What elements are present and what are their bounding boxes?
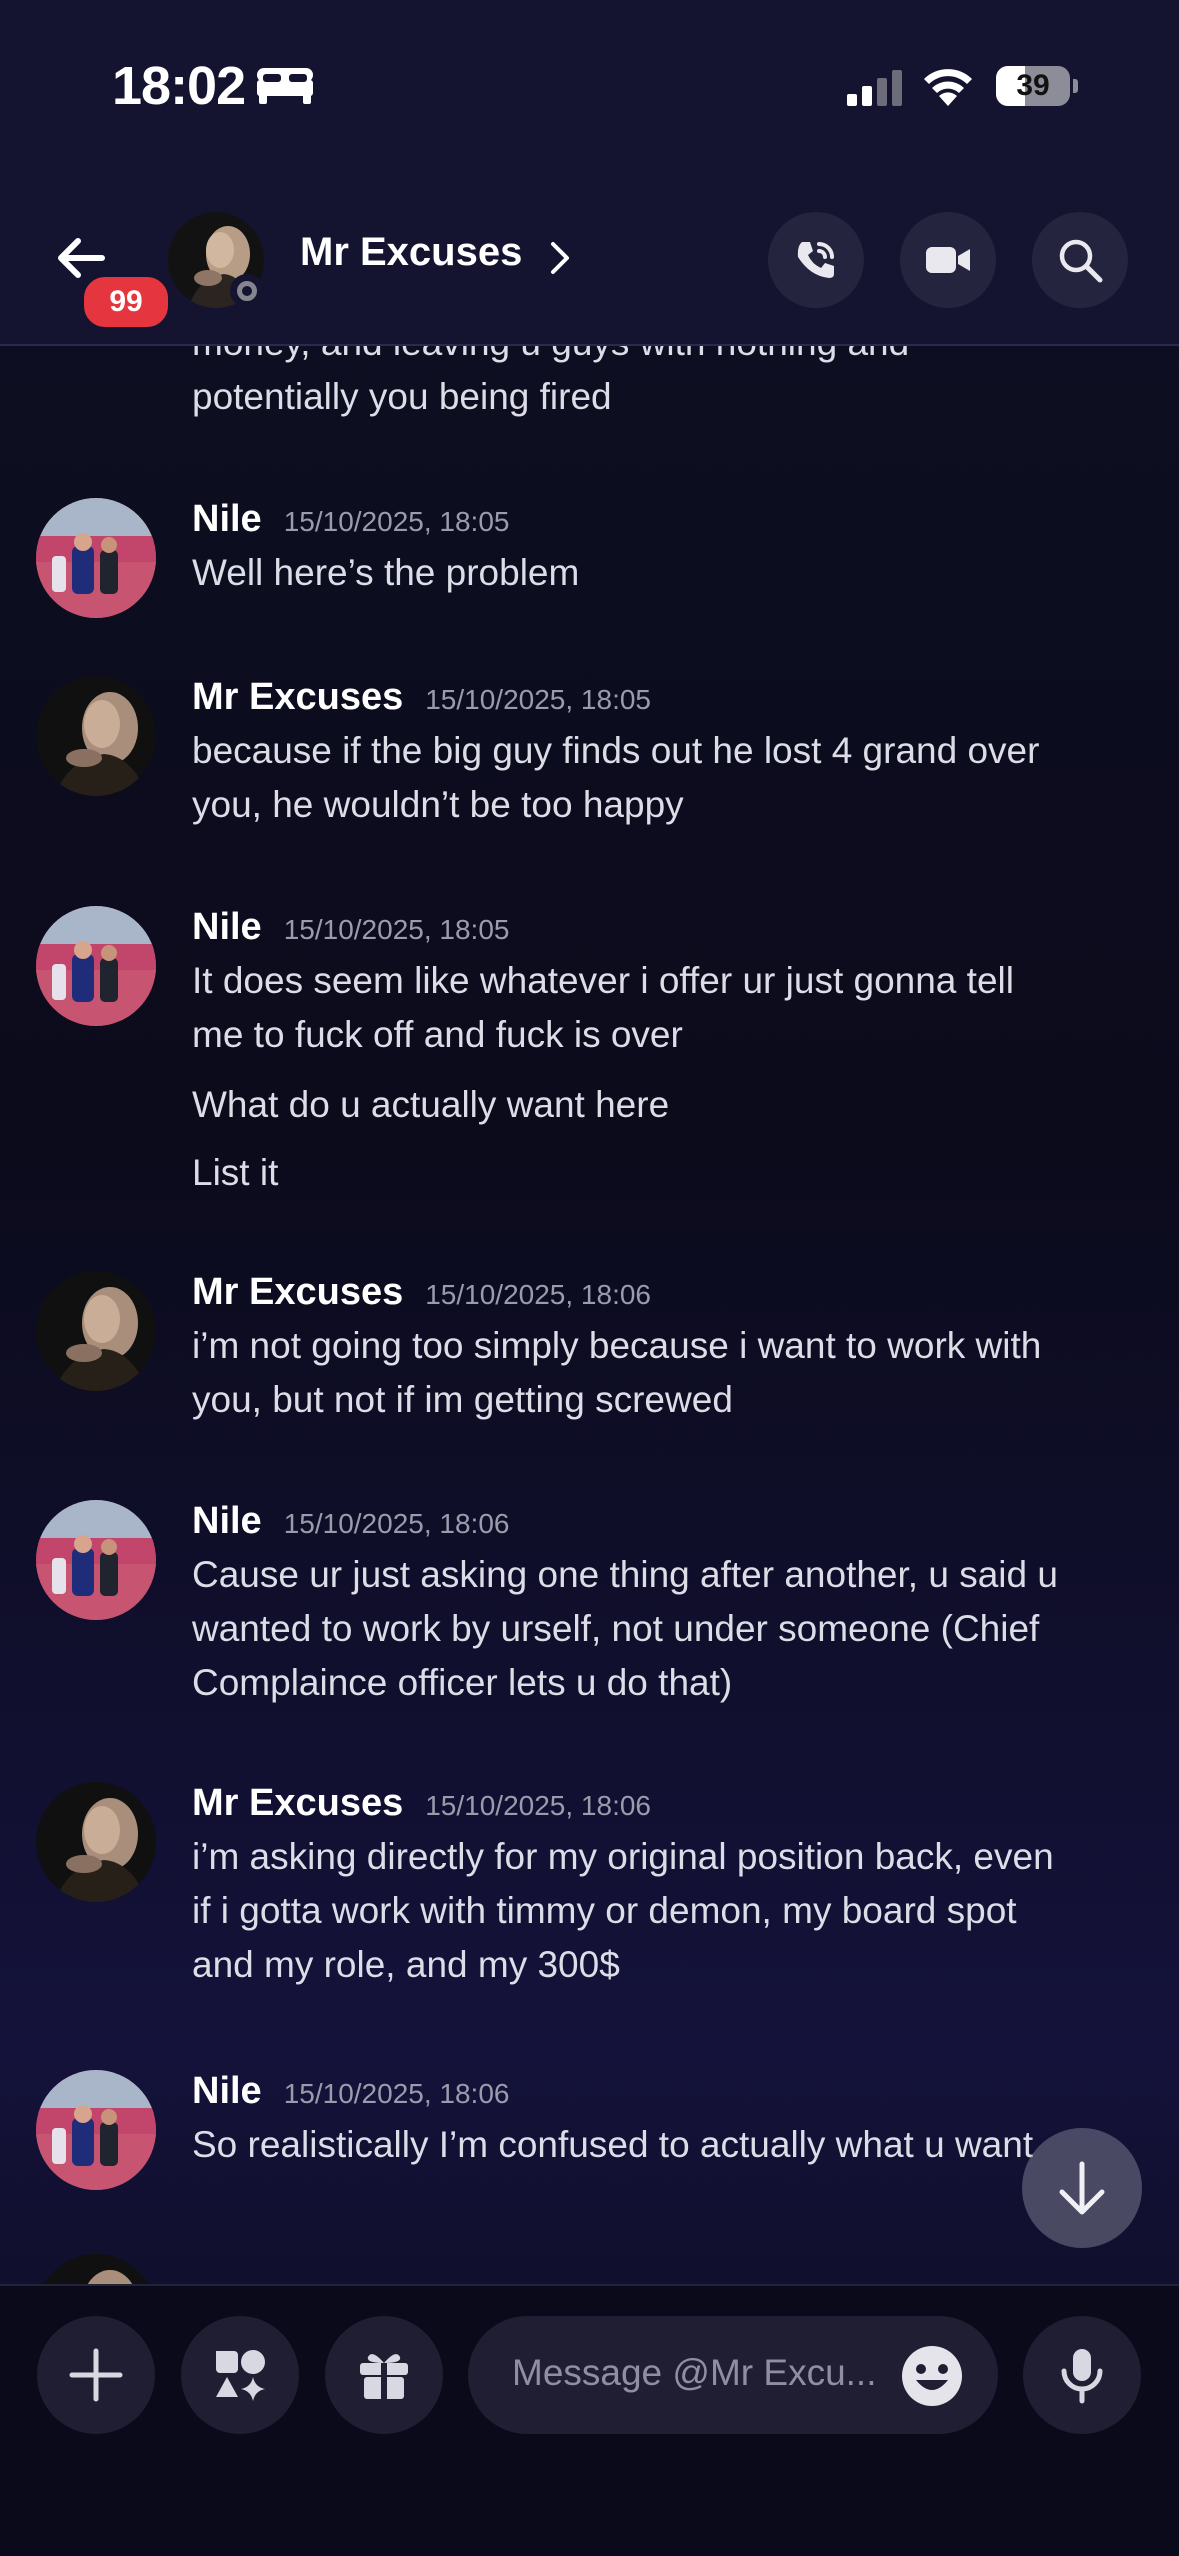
message-text: So realistically I’m confused to actuall… xyxy=(192,2124,1034,2165)
message-timestamp: 15/10/2025, 18:06 xyxy=(283,1508,510,1539)
gift-button[interactable] xyxy=(325,2316,443,2434)
message-text: i’m asking directly for my original posi… xyxy=(192,1836,1054,1877)
message-text: Cause ur just asking one thing after ano… xyxy=(192,1554,1058,1595)
gift-icon xyxy=(360,2354,408,2399)
presence-status xyxy=(230,274,264,308)
avatar-mr-excuses[interactable] xyxy=(36,676,156,796)
chat-header: 99 Mr Excuses xyxy=(0,170,1179,346)
cellular-signal-icon xyxy=(847,70,902,106)
message-list[interactable]: money, and leaving u guys with nothing a… xyxy=(0,346,1179,2284)
avatar-mr-excuses[interactable] xyxy=(36,1782,156,1902)
avatar-nile[interactable] xyxy=(36,906,156,1026)
message-timestamp: 15/10/2025, 18:05 xyxy=(283,506,510,537)
avatar-mr-excuses[interactable] xyxy=(36,1271,156,1391)
video-call-button[interactable] xyxy=(900,212,996,308)
avatar-nile[interactable] xyxy=(36,498,156,618)
message-text: List it xyxy=(192,1152,279,1193)
message-timestamp: 15/10/2025, 18:06 xyxy=(283,2078,510,2109)
message-text: potentially you being fired xyxy=(192,376,612,417)
message-author[interactable]: Mr Excuses xyxy=(192,1782,403,1824)
plus-icon xyxy=(69,2348,123,2402)
message-timestamp: 15/10/2025, 18:06 xyxy=(425,1790,651,1821)
message-timestamp: 15/10/2025, 18:05 xyxy=(425,684,651,715)
message-text: you, he wouldn’t be too happy xyxy=(192,784,684,825)
message-text: It does seem like whatever i offer ur ju… xyxy=(192,960,1014,1001)
video-camera-icon xyxy=(926,247,970,273)
avatar-mr-excuses[interactable] xyxy=(36,2254,156,2284)
phone-call-icon xyxy=(797,242,834,278)
battery-percent: 39 xyxy=(1016,69,1050,102)
message-author[interactable]: Nile xyxy=(192,498,262,540)
message-text: i’m not going too simply because i want … xyxy=(192,1325,1042,1366)
message-text: wanted to work by urself, not under some… xyxy=(192,1608,1040,1649)
bed-icon xyxy=(257,68,313,104)
apps-button[interactable] xyxy=(181,2316,299,2434)
message-text: Complaince officer lets u do that) xyxy=(192,1662,733,1703)
message-author[interactable]: Mr Excuses xyxy=(192,676,403,718)
page-title[interactable]: Mr Excuses xyxy=(300,230,522,275)
message-author[interactable]: Nile xyxy=(192,906,262,948)
composer-bar: Message @Mr Excu... xyxy=(0,2284,1179,2556)
message-author[interactable]: Nile xyxy=(192,2070,262,2112)
add-attachment-button[interactable] xyxy=(37,2316,155,2434)
battery-indicator: 39 xyxy=(996,66,1078,106)
message-timestamp: 15/10/2025, 18:06 xyxy=(425,1279,651,1310)
message-text: money, and leaving u guys with nothing a… xyxy=(192,346,1152,370)
message-text: me to fuck off and fuck is over xyxy=(192,1014,683,1055)
message-text: What do u actually want here xyxy=(192,1084,670,1125)
search-button[interactable] xyxy=(1032,212,1128,308)
message-input-placeholder: Message @Mr Excu... xyxy=(512,2352,877,2393)
clock: 18:02 xyxy=(112,56,246,116)
status-bar: 18:02 39 xyxy=(0,0,1179,170)
apps-icon xyxy=(216,2350,265,2401)
voice-call-button[interactable] xyxy=(768,212,864,308)
message-author[interactable]: Nile xyxy=(192,1500,262,1542)
message-text: because if the big guy finds out he lost… xyxy=(192,730,1040,771)
message-text: if i gotta work with timmy or demon, my … xyxy=(192,1890,1017,1931)
message-input[interactable]: Message @Mr Excu... xyxy=(468,2316,998,2434)
message-text: you, but not if im getting screwed xyxy=(192,1379,733,1420)
message-text: Well here’s the problem xyxy=(192,552,580,593)
message-author[interactable]: Mr Excuses xyxy=(192,1271,403,1313)
emoji-icon[interactable] xyxy=(900,2344,964,2408)
unread-count-badge: 99 xyxy=(80,273,172,331)
arrow-down-icon xyxy=(1059,2161,1105,2215)
scroll-to-bottom-button[interactable] xyxy=(1022,2128,1142,2248)
search-icon xyxy=(1059,239,1103,283)
avatar-nile[interactable] xyxy=(36,1500,156,1620)
avatar-nile[interactable] xyxy=(36,2070,156,2190)
message-timestamp: 15/10/2025, 18:05 xyxy=(283,914,510,945)
microphone-icon xyxy=(1061,2349,1103,2404)
voice-message-button[interactable] xyxy=(1023,2316,1141,2434)
message-text: and my role, and my 300$ xyxy=(192,1944,620,1985)
wifi-icon xyxy=(924,69,972,106)
chevron-right-icon[interactable] xyxy=(548,240,572,276)
